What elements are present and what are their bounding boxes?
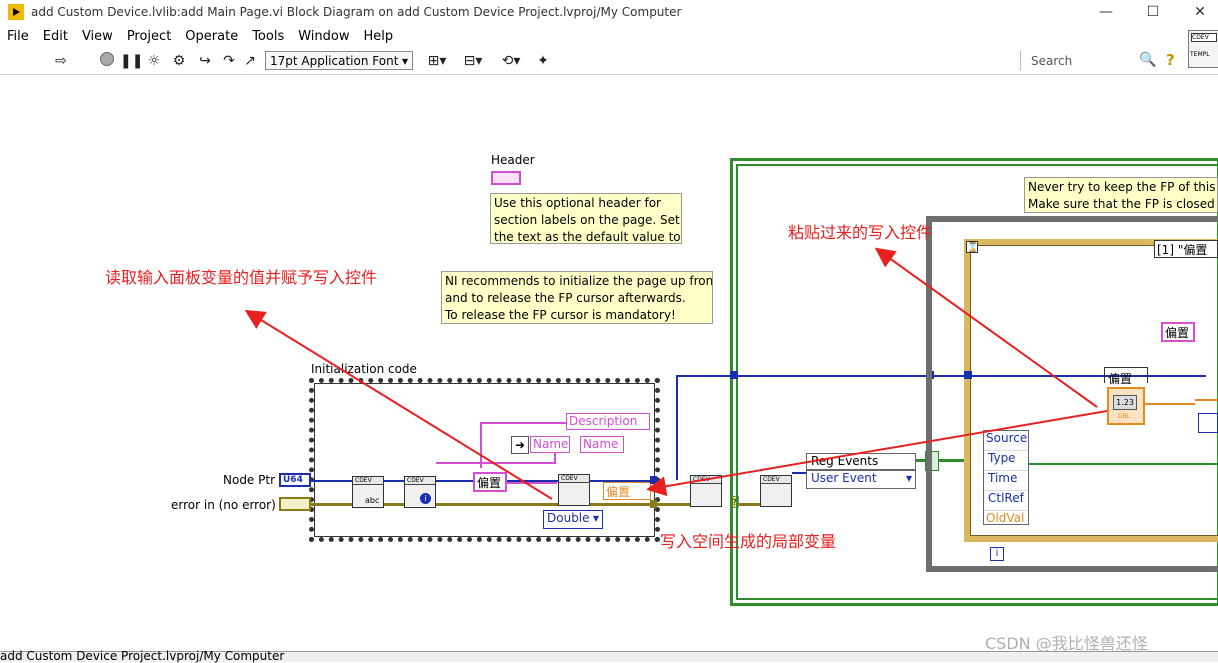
labview-icon [8, 4, 24, 20]
align-objects-icon[interactable]: ⊞▾ [424, 52, 450, 70]
retain-wire-values-icon[interactable]: ⚙ [170, 52, 188, 70]
menu-help[interactable]: Help [356, 26, 400, 47]
window-title: add Custom Device.lvlib:add Main Page.vi… [31, 5, 682, 19]
block-diagram[interactable]: Header Use this optional header for sect… [0, 75, 1218, 653]
close-button[interactable]: ✕ [1185, 2, 1215, 22]
maximize-button[interactable]: ☐ [1138, 2, 1168, 22]
arrow-read-input [244, 309, 553, 500]
context-help-icon[interactable]: ? [1166, 51, 1175, 69]
run-arrow-icon[interactable]: ⇨ [52, 52, 70, 70]
minimize-button[interactable]: — [1091, 2, 1121, 22]
menu-window[interactable]: Window [291, 26, 356, 47]
step-out-icon[interactable]: ↗ [241, 52, 259, 70]
pause-icon[interactable]: ❚❚ [120, 52, 143, 70]
highlight-execution-icon[interactable]: ☼ [145, 52, 163, 70]
search-input[interactable]: Search [1031, 54, 1072, 68]
clean-up-diagram-icon[interactable]: ✦ [534, 52, 552, 70]
chevron-down-icon: ▾ [401, 54, 408, 68]
reorder-icon[interactable]: ⟲▾ [498, 52, 524, 70]
search-icon[interactable]: 🔍 [1139, 52, 1156, 68]
step-into-icon[interactable]: ↪ [196, 52, 214, 70]
font-dropdown[interactable]: 17pt Application Font ▾ [265, 51, 413, 70]
menu-bar: File Edit View Project Operate Tools Window Hel… [0, 26, 1180, 48]
menu-operate[interactable]: Operate [178, 26, 245, 47]
search-box[interactable]: Search 🔍 [1020, 51, 1161, 71]
step-over-icon[interactable]: ↷ [220, 52, 238, 70]
font-dropdown-value: 17pt Application Font [270, 54, 399, 68]
menu-edit[interactable]: Edit [36, 26, 75, 47]
menu-tools[interactable]: Tools [245, 26, 291, 47]
menu-project[interactable]: Project [120, 26, 178, 47]
menu-view[interactable]: View [75, 26, 120, 47]
menu-file[interactable]: File [0, 26, 36, 47]
abort-icon[interactable] [98, 52, 116, 70]
cdev-icon-label: CDEV [1191, 33, 1217, 42]
distribute-objects-icon[interactable]: ⊟▾ [460, 52, 486, 70]
annotation-arrows [244, 247, 1108, 500]
arrow-pasted [874, 247, 1098, 408]
title-bar: add Custom Device.lvlib:add Main Page.vi… [0, 0, 1218, 24]
status-bar: add Custom Device Project.lvproj/My Comp… [0, 649, 1218, 663]
arrow-local-var [646, 410, 1108, 497]
